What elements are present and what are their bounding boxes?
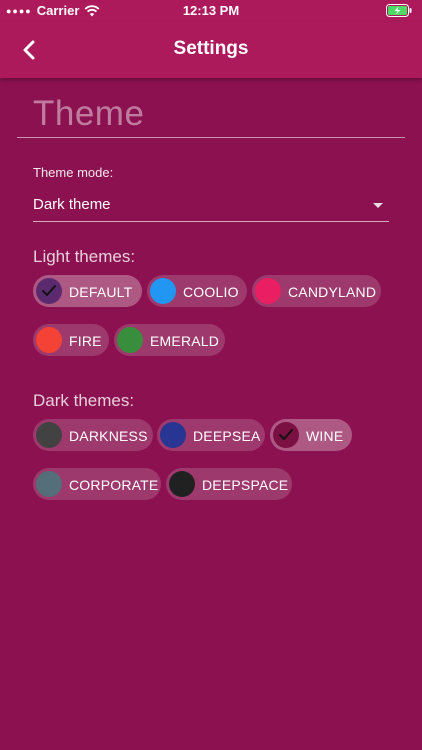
- light-theme-fire-chip[interactable]: FIRE: [33, 324, 109, 356]
- light-theme-emerald-chip[interactable]: EMERALD: [114, 324, 225, 356]
- dark-themes-label: Dark themes:: [33, 391, 135, 410]
- theme-name: EMERALD: [150, 333, 220, 349]
- check-icon: [42, 285, 56, 296]
- theme-color-dot: [36, 327, 62, 353]
- theme-color-dot: [169, 471, 195, 497]
- dark-theme-darkness-chip[interactable]: DARKNESS: [33, 419, 153, 451]
- theme-name: CANDYLAND: [288, 284, 377, 300]
- light-theme-default-chip[interactable]: DEFAULT: [33, 275, 142, 307]
- theme-name: CORPORATE: [69, 477, 159, 493]
- theme-color-dot: [150, 278, 176, 304]
- app-bar: Settings: [0, 22, 422, 78]
- dark-theme-deepspace-chip[interactable]: DEEPSPACE: [166, 468, 292, 500]
- theme-name: DEEPSEA: [193, 428, 261, 444]
- light-themes-label: Light themes:: [33, 247, 136, 266]
- heading-divider: [17, 137, 405, 138]
- theme-mode-value: Dark theme: [33, 196, 111, 213]
- dark-theme-deepsea-chip[interactable]: DEEPSEA: [157, 419, 265, 451]
- dark-theme-corporate-chip[interactable]: CORPORATE: [33, 468, 161, 500]
- theme-color-dot: [36, 471, 62, 497]
- dark-theme-wine-chip[interactable]: WINE: [270, 419, 352, 451]
- theme-mode-label: Theme mode:: [33, 165, 114, 180]
- theme-color-dot: [160, 422, 186, 448]
- page-title: Settings: [173, 38, 249, 59]
- theme-name: WINE: [306, 428, 344, 444]
- theme-color-dot: [36, 422, 62, 448]
- theme-mode-dropdown[interactable]: Dark theme: [33, 190, 389, 222]
- light-theme-candyland-chip[interactable]: CANDYLAND: [252, 275, 381, 307]
- theme-name: COOLIO: [183, 284, 239, 300]
- theme-color-dot: [117, 327, 143, 353]
- theme-heading: Theme: [33, 94, 145, 133]
- theme-name: DEFAULT: [69, 284, 133, 300]
- theme-name: FIRE: [69, 333, 102, 349]
- status-time: 12:13 PM: [182, 3, 240, 18]
- theme-name: DARKNESS: [69, 428, 148, 444]
- status-bar: ●●●● Carrier 12:13 PM: [0, 0, 422, 22]
- check-icon: [279, 429, 293, 440]
- theme-color-dot: [255, 278, 281, 304]
- light-theme-coolio-chip[interactable]: COOLIO: [147, 275, 247, 307]
- dropdown-arrow-icon: [373, 203, 383, 208]
- theme-name: DEEPSPACE: [202, 477, 289, 493]
- battery-charging-icon: [386, 4, 412, 20]
